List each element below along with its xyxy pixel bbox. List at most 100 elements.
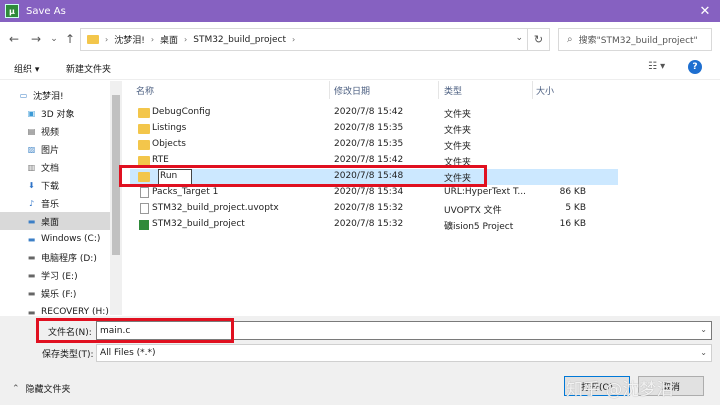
- app-icon: µ: [5, 4, 19, 18]
- picture-icon: ▨: [27, 144, 36, 154]
- sidebar-item-drive-e[interactable]: ▬ 学习 (E:): [0, 266, 110, 284]
- address-bar[interactable]: › 沈梦泪! › 桌面 › STM32_build_project › ⌄ ↻: [80, 28, 550, 51]
- drive-icon: ▬: [27, 288, 36, 298]
- sidebar-item-music[interactable]: ♪ 音乐: [0, 194, 110, 212]
- annotation-highlight-filename: [36, 318, 234, 343]
- breadcrumb-project[interactable]: STM32_build_project: [193, 35, 286, 45]
- cube-icon: ▣: [27, 108, 36, 118]
- file-modified: 2020/7/8 15:32: [334, 219, 404, 229]
- sidebar-item-drive-d[interactable]: ▬ 电脑程序 (D:): [0, 248, 110, 266]
- file-name: STM32_build_project: [152, 219, 245, 229]
- file-modified: 2020/7/8 15:32: [334, 203, 404, 213]
- drive-icon: ▬: [27, 307, 36, 316]
- column-header-type[interactable]: 类型: [444, 81, 532, 99]
- filetype-label: 保存类型(T):: [42, 350, 94, 360]
- breadcrumb-separator: ›: [292, 35, 296, 44]
- search-placeholder: 搜索"STM32_build_project": [578, 36, 698, 46]
- sidebar-item-label: 音乐: [41, 199, 60, 210]
- sidebar-item-drive-f[interactable]: ▬ 娱乐 (F:): [0, 284, 110, 302]
- column-header-label: 类型: [444, 86, 463, 97]
- refresh-button[interactable]: ↻: [527, 29, 549, 50]
- column-header-label: 大小: [536, 86, 555, 97]
- sidebar-item-pictures[interactable]: ▨ 图片: [0, 140, 110, 158]
- up-button[interactable]: ↑: [62, 30, 78, 48]
- document-icon: ▥: [27, 162, 36, 172]
- computer-icon: ▭: [19, 90, 28, 100]
- breadcrumb-separator: ›: [105, 35, 109, 44]
- help-icon[interactable]: ?: [688, 60, 702, 74]
- file-type: URL:HyperText T...: [444, 187, 527, 197]
- column-separator[interactable]: [329, 81, 330, 99]
- window-title: Save As: [26, 5, 66, 17]
- sidebar-item-label: 桌面: [41, 217, 60, 228]
- search-icon: ⌕: [567, 34, 573, 45]
- file-name: DebugConfig: [152, 107, 211, 117]
- chevron-down-icon[interactable]: ⌄: [700, 348, 707, 357]
- file-type: 礦ision5 Project: [444, 222, 514, 232]
- chevron-down-icon[interactable]: ⌄: [700, 325, 707, 334]
- annotation-highlight-run: [119, 165, 487, 187]
- file-row[interactable]: Objects 2020/7/8 15:35 文件夹: [130, 137, 618, 153]
- breadcrumb-user[interactable]: 沈梦泪!: [114, 33, 145, 46]
- sidebar-item-label: Windows (C:): [41, 234, 101, 244]
- new-folder-button[interactable]: 新建文件夹: [66, 62, 111, 75]
- project-icon: [139, 220, 149, 230]
- sidebar-item-desktop[interactable]: ▬ 桌面: [0, 212, 110, 230]
- sidebar-item-downloads[interactable]: ⬇ 下载: [0, 176, 110, 194]
- close-button[interactable]: ✕: [694, 1, 716, 21]
- recent-dropdown-button[interactable]: ⌄: [46, 30, 62, 48]
- desktop-icon: ▬: [27, 216, 36, 226]
- sidebar-item-documents[interactable]: ▥ 文档: [0, 158, 110, 176]
- address-dropdown-icon[interactable]: ⌄: [515, 33, 523, 43]
- file-modified: 2020/7/8 15:35: [334, 123, 404, 133]
- breadcrumb-desktop[interactable]: 桌面: [160, 33, 178, 46]
- file-type: UVOPTX 文件: [444, 206, 502, 216]
- file-modified: 2020/7/8 15:34: [334, 187, 404, 197]
- sidebar-item-drive-c[interactable]: ▬ Windows (C:): [0, 230, 110, 248]
- view-options-button[interactable]: ☷ ▾: [648, 61, 665, 72]
- breadcrumb-separator: ›: [150, 35, 155, 44]
- forward-button[interactable]: →: [28, 30, 44, 48]
- hide-folders-toggle[interactable]: ⌃ 隐藏文件夹: [12, 382, 71, 396]
- column-header-label: 修改日期: [334, 86, 371, 97]
- sidebar-item-3d-objects[interactable]: ▣ 3D 对象: [0, 104, 110, 122]
- download-icon: ⬇: [28, 180, 35, 190]
- file-list: ^ 名称 修改日期 类型 大小 DebugConfig 2020/7/8 15:…: [122, 81, 720, 315]
- sidebar-scrollbar[interactable]: [110, 81, 122, 315]
- file-row[interactable]: Listings 2020/7/8 15:35 文件夹: [130, 121, 618, 137]
- file-modified: 2020/7/8 15:42: [334, 155, 404, 165]
- file-name: Packs_Target 1: [152, 187, 219, 197]
- music-icon: ♪: [28, 198, 35, 208]
- column-header-name[interactable]: 名称: [136, 81, 331, 99]
- folder-icon: [87, 35, 99, 44]
- back-button[interactable]: ←: [6, 30, 22, 48]
- sidebar-item-pc[interactable]: ▭ 沈梦泪!: [0, 86, 110, 104]
- sidebar-item-label: 学习 (E:): [41, 271, 78, 282]
- filetype-select[interactable]: All Files (*.*) ⌄: [96, 344, 712, 362]
- hide-folders-label: 隐藏文件夹: [25, 385, 71, 395]
- filetype-value: All Files (*.*): [100, 348, 156, 358]
- file-name: Listings: [152, 123, 187, 133]
- file-row[interactable]: Packs_Target 1 2020/7/8 15:34 URL:HyperT…: [130, 185, 618, 201]
- video-icon: ▤: [27, 126, 36, 136]
- column-separator[interactable]: [438, 81, 439, 99]
- file-row[interactable]: STM32_build_project.uvoptx 2020/7/8 15:3…: [130, 201, 618, 217]
- column-header-size[interactable]: 大小: [536, 81, 616, 99]
- column-header-modified[interactable]: 修改日期: [334, 81, 439, 99]
- file-size: 5 KB: [565, 203, 586, 213]
- sidebar-item-videos[interactable]: ▤ 视频: [0, 122, 110, 140]
- document-icon: [140, 187, 149, 198]
- sidebar-item-drive-h[interactable]: ▬ RECOVERY (H:): [0, 303, 110, 315]
- document-icon: [140, 203, 149, 214]
- title-bar: µ Save As ✕: [0, 0, 720, 22]
- file-row[interactable]: STM32_build_project 2020/7/8 15:32 礦isio…: [130, 217, 618, 233]
- sidebar-item-label: 3D 对象: [41, 109, 75, 120]
- search-box[interactable]: ⌕ 搜索"STM32_build_project": [558, 28, 712, 51]
- organize-button[interactable]: 组织 ▾: [14, 62, 39, 75]
- column-header-label: 名称: [136, 86, 155, 97]
- drive-icon: ▬: [27, 234, 36, 244]
- file-row[interactable]: DebugConfig 2020/7/8 15:42 文件夹: [130, 105, 618, 121]
- drive-icon: ▬: [27, 252, 36, 262]
- column-separator[interactable]: [532, 81, 533, 99]
- file-type: 文件夹: [444, 126, 472, 136]
